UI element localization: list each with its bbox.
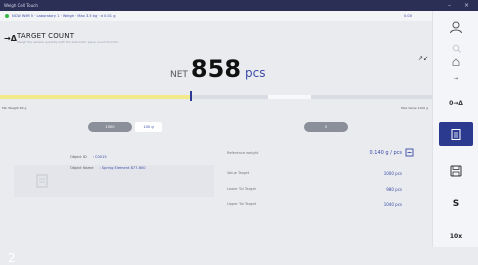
- status-bar: NCW WIM 5 · Laboratory 1 · Weigh · Max 3…: [0, 11, 432, 21]
- user-button[interactable]: [433, 17, 478, 37]
- article-name-label: Object Name: [70, 166, 94, 170]
- net-label: NET: [170, 70, 188, 80]
- tolerance-band: [268, 95, 311, 99]
- arrows-icon: →: [453, 76, 459, 82]
- weight-unit: pcs: [245, 66, 266, 80]
- clipboard-button[interactable]: [439, 122, 473, 146]
- mode-title: TARGET COUNT: [17, 32, 75, 40]
- zero-tare-icon: 0→Δ: [449, 99, 463, 107]
- user-icon: [450, 21, 462, 34]
- breadcrumb: NCW WIM 5 · Laboratory 1 · Weigh · Max 3…: [12, 14, 116, 18]
- article-id-row: Object ID : C0015: [70, 155, 107, 159]
- tare-button[interactable]: 0: [304, 122, 348, 132]
- article-icon: [36, 174, 48, 188]
- status-readout: 0.00: [403, 14, 412, 18]
- factor-icon: 10x: [449, 232, 463, 240]
- weighing-bar-fill: [0, 95, 190, 99]
- clipboard-icon: [451, 129, 461, 140]
- target-value: 1000 pcs: [383, 171, 402, 176]
- right-toolbar: → 0→Δ S 10x: [432, 11, 478, 247]
- sum-button[interactable]: S: [433, 194, 478, 214]
- sum-icon: S: [452, 199, 460, 209]
- screen-number: 2: [8, 251, 16, 265]
- target-count-button[interactable]: 1000: [88, 122, 132, 132]
- weighing-bar-marker: [190, 91, 192, 101]
- save-icon: [450, 165, 462, 177]
- lower-tol-label: Lower Tol Target: [227, 187, 256, 191]
- target-count-icon: →Δ: [4, 34, 17, 43]
- reference-weight-label: Reference weight: [227, 151, 259, 155]
- reference-weight-value: 0.140 g / pcs: [369, 150, 402, 156]
- minimize-button[interactable]: –: [448, 2, 451, 9]
- window-titlebar: Weigh Cell Touch – ×: [0, 0, 478, 11]
- article-name-value: : Spring Element 877-600: [99, 166, 146, 170]
- edit-icon[interactable]: [405, 148, 414, 157]
- weight-value: 858: [190, 55, 242, 83]
- upper-tol-value: 1040 pcs: [383, 202, 402, 207]
- save-button[interactable]: [433, 161, 478, 181]
- article-id-value: : C0015: [92, 155, 107, 159]
- reference-weight-tag: 100 g: [135, 122, 162, 132]
- upper-tol-label: Upper Tol Target: [227, 202, 257, 206]
- collapse-icon[interactable]: ↗↙: [418, 55, 428, 62]
- lower-tol-value: 980 pcs: [386, 187, 402, 192]
- zero-tare-button[interactable]: 0→Δ: [433, 93, 478, 113]
- home-icon: [452, 58, 460, 66]
- factor-button[interactable]: 10x: [433, 226, 478, 246]
- target-value-label: Value Target: [227, 171, 250, 175]
- weight-display: NET 858 pcs: [170, 55, 266, 85]
- max-value-label: Max Value 1100 g: [401, 106, 428, 110]
- window-title: Weigh Cell Touch: [4, 3, 38, 8]
- connection-status-icon: [5, 14, 9, 18]
- article-id-label: Object ID: [70, 155, 87, 159]
- article-name-row: Object Name : Spring Element 877-600: [70, 166, 146, 170]
- weighing-panel: →Δ TARGET COUNT Weigh the sample quantit…: [0, 21, 432, 265]
- arrows-button[interactable]: →: [433, 69, 478, 89]
- min-weight-label: Min Weight 80 g: [2, 106, 27, 110]
- close-button[interactable]: ×: [464, 2, 469, 9]
- mode-subtitle: Weigh the sample quantity with the autom…: [17, 40, 119, 44]
